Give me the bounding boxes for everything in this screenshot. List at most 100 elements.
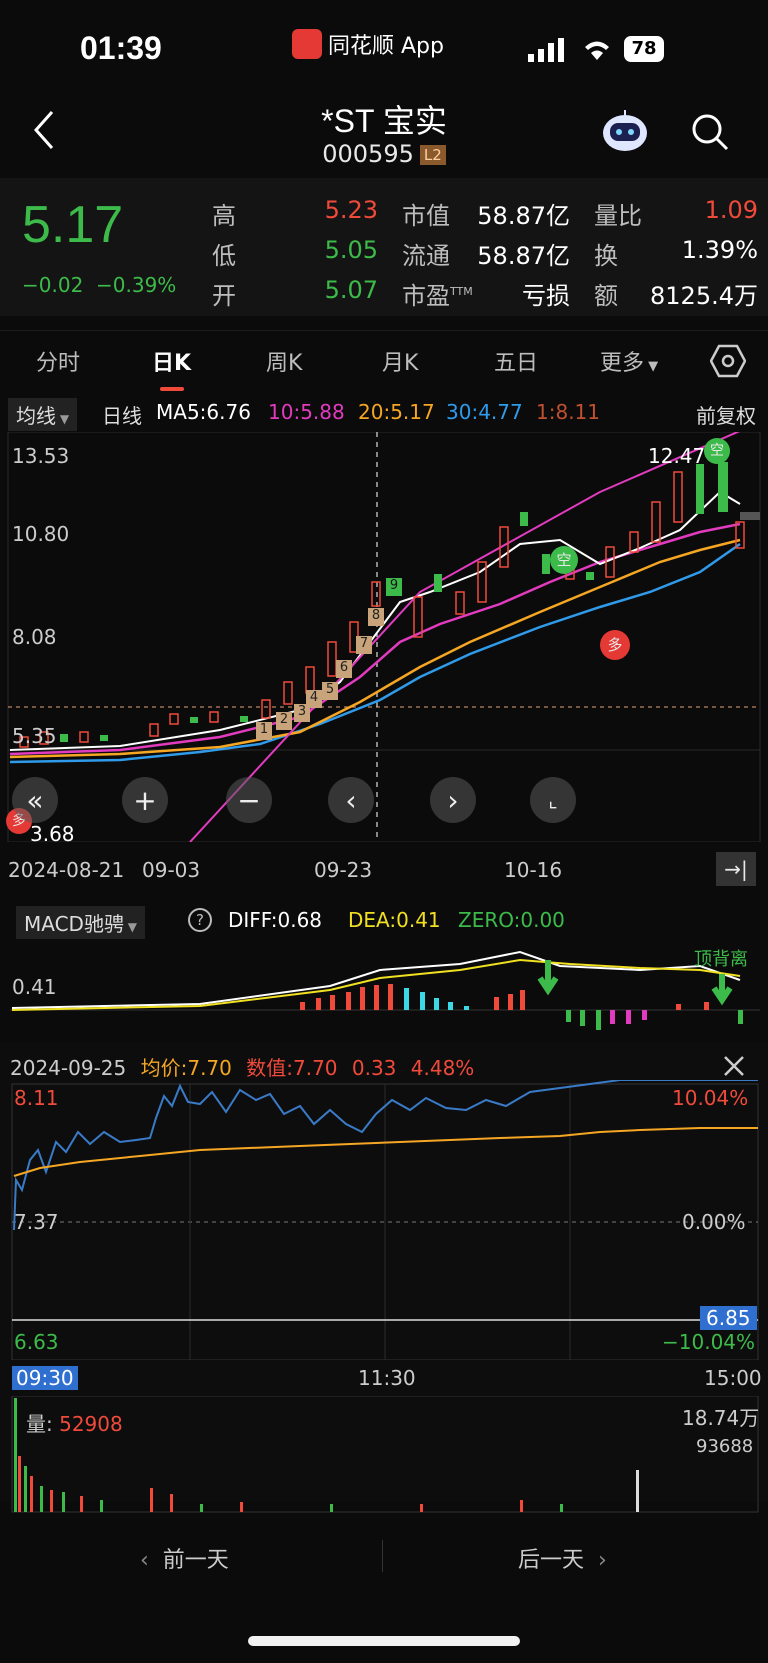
volume-readout: 量: 52908 xyxy=(26,1408,123,1437)
tab-weekly-k[interactable]: 周K xyxy=(266,345,302,377)
signal-buy: 多 xyxy=(600,630,630,660)
search-icon[interactable] xyxy=(690,112,730,152)
x-label-4: 10-16 xyxy=(504,858,563,882)
turnover-value: 1.39% xyxy=(681,236,758,264)
ma-selector-label: 均线 xyxy=(16,404,56,428)
delta-value: 0.33 xyxy=(351,1056,397,1080)
val-label: 数值: xyxy=(246,1056,293,1080)
macd-diff: DIFF:0.68 xyxy=(228,908,323,932)
avg-value: 7.70 xyxy=(187,1056,232,1080)
count-badge-5: 5 xyxy=(322,682,338,700)
intraday-header: 2024-09-25 均价:7.70 数值:7.70 0.33 4.48% xyxy=(10,1052,474,1081)
plus-icon: + xyxy=(133,783,157,817)
nav-divider xyxy=(382,1540,383,1572)
back-to-app[interactable]: 同花顺 App xyxy=(292,28,444,60)
mktcap-value: 58.87亿 xyxy=(477,202,570,230)
chevron-left-icon: ‹ xyxy=(345,783,357,817)
zoom-in-button[interactable]: + xyxy=(122,777,168,823)
help-icon[interactable]: ? xyxy=(188,908,212,932)
pe-value: 亏损 xyxy=(522,282,570,310)
max-price-label: 12.47 xyxy=(648,444,706,468)
arrow-right-bar-icon: →| xyxy=(724,857,748,881)
avg-label: 均价: xyxy=(140,1056,188,1080)
ma-other-label: 1:8.11 xyxy=(536,400,600,424)
count-badge-6: 6 xyxy=(336,660,352,678)
low-label: 低 xyxy=(212,242,236,270)
macd-zero: ZERO:0.00 xyxy=(458,908,565,932)
kline-chart[interactable] xyxy=(0,432,768,842)
time-end: 15:00 xyxy=(704,1366,762,1390)
ma20-label: 20:5.17 xyxy=(358,400,435,424)
robot-assistant-icon[interactable] xyxy=(600,108,650,154)
next-day-button[interactable]: 后一天 › xyxy=(518,1542,607,1574)
price-change: −0.02 −0.39% xyxy=(22,273,176,297)
float-value: 58.87亿 xyxy=(477,242,570,270)
open-label: 开 xyxy=(212,282,236,310)
amount-label: 额 xyxy=(594,282,618,310)
scroll-left-button[interactable]: « xyxy=(12,777,58,823)
next-candle-button[interactable]: › xyxy=(430,777,476,823)
count-badge-8: 8 xyxy=(368,608,384,626)
fullscreen-button[interactable]: ⌞ xyxy=(530,777,576,823)
status-bar: 01:39 同花顺 App 78 xyxy=(0,0,768,90)
macd-chart[interactable] xyxy=(0,940,768,1035)
jump-latest-button[interactable]: →| xyxy=(716,852,756,886)
prev-day-label: 前一天 xyxy=(162,1548,229,1573)
volume-max: 18.74万 xyxy=(682,1406,760,1430)
intraday-y-top: 8.11 xyxy=(14,1086,59,1110)
dropdown-arrow-icon: ▼ xyxy=(644,359,659,374)
intraday-pct-mid: 0.00% xyxy=(682,1210,746,1234)
float-label: 流通 xyxy=(402,242,450,270)
count-badge-9: 9 xyxy=(386,578,402,596)
min-price-label: 3.68 xyxy=(30,822,75,846)
ma-selector[interactable]: 均线 ▼ xyxy=(8,398,78,431)
intraday-pct-top: 10.04% xyxy=(672,1086,749,1110)
divergence-label: 顶背离 xyxy=(694,949,748,970)
battery-icon: 78 xyxy=(624,36,664,62)
level2-badge: L2 xyxy=(419,145,446,165)
volume-label: 量: xyxy=(26,1412,53,1436)
delta-percent: 4.48% xyxy=(410,1056,475,1080)
turnover-label: 换 xyxy=(594,242,618,270)
prev-candle-button[interactable]: ‹ xyxy=(328,777,374,823)
amount-value: 8125.4万 xyxy=(650,282,758,310)
tab-daily-k[interactable]: 日K xyxy=(152,345,191,377)
tab-intraday[interactable]: 分时 xyxy=(36,345,80,377)
intraday-date: 2024-09-25 xyxy=(10,1056,127,1080)
y-label-3: 8.08 xyxy=(12,625,57,649)
ma10-label: 10:5.88 xyxy=(268,400,345,424)
tab-monthly-k[interactable]: 月K xyxy=(382,345,418,377)
day-nav xyxy=(0,1520,768,1590)
val-value: 7.70 xyxy=(292,1056,338,1080)
intraday-y-mid: 7.37 xyxy=(14,1210,59,1234)
ma30-label: 30:4.77 xyxy=(446,400,523,424)
macd-selector[interactable]: MACD驰骋 ▼ xyxy=(16,906,145,939)
count-badge-2: 2 xyxy=(276,712,292,730)
zoom-out-button[interactable]: − xyxy=(226,777,272,823)
adjust-mode[interactable]: 前复权 xyxy=(696,400,756,429)
macd-level-label: 0.41 xyxy=(12,975,57,999)
ma5-label: MA5:6.76 xyxy=(156,400,251,424)
settings-hex-icon[interactable] xyxy=(710,344,746,378)
close-icon[interactable] xyxy=(722,1054,746,1078)
tab-five-day[interactable]: 五日 xyxy=(494,345,538,377)
app-logo-icon xyxy=(292,29,322,59)
double-chevron-left-icon: « xyxy=(26,783,44,817)
last-price: 5.17 xyxy=(22,196,124,254)
expand-icon: ⌞ xyxy=(548,788,558,812)
time-mid: 11:30 xyxy=(358,1366,416,1390)
intraday-pct-bot: −10.04% xyxy=(662,1330,756,1354)
pe-label-text: 市盈 xyxy=(402,282,450,310)
ma-legend-bar: 均线 ▼ 日线 MA5:6.76 10:5.88 20:5.17 30:4.77… xyxy=(0,398,768,431)
tab-more[interactable]: 更多 ▼ xyxy=(600,345,658,377)
low-value: 5.05 xyxy=(324,236,378,264)
intraday-price-chart[interactable] xyxy=(0,1080,768,1360)
prev-day-button[interactable]: ‹ 前一天 xyxy=(140,1542,229,1574)
macd-dea: DEA:0.41 xyxy=(348,908,441,932)
next-day-label: 后一天 xyxy=(518,1548,585,1573)
mktcap-label: 市值 xyxy=(402,202,450,230)
count-badge-4: 4 xyxy=(306,690,322,708)
period-label: 日线 xyxy=(102,404,142,428)
macd-header: MACD驰骋 ▼ ? DIFF:0.68 DEA:0.41 ZERO:0.00 xyxy=(0,900,768,940)
chevron-right-icon: › xyxy=(584,1548,607,1573)
